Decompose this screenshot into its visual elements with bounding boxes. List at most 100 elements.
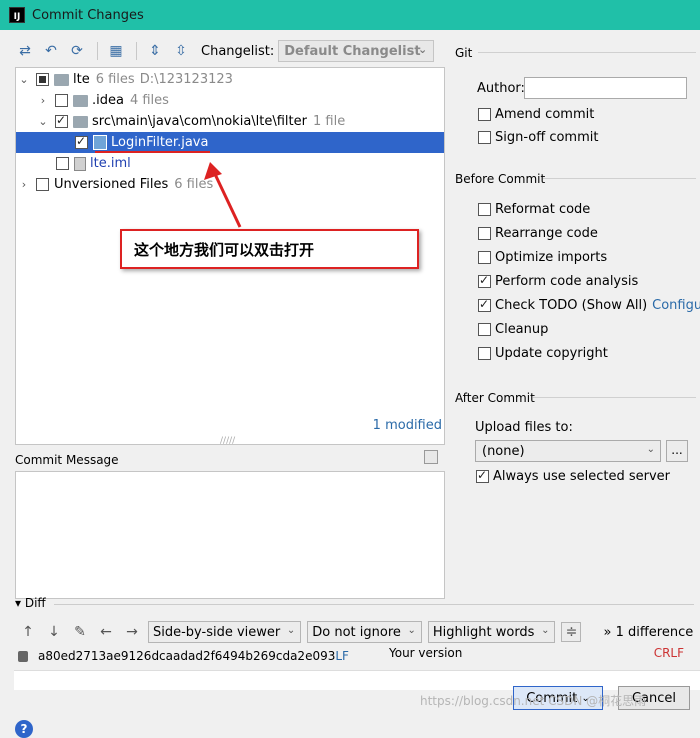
annotation-callout: 这个地方我们可以双击打开 bbox=[120, 229, 419, 269]
root-name: lte bbox=[73, 72, 90, 87]
before-commit-title: Before Commit bbox=[455, 172, 546, 186]
folder-icon bbox=[73, 115, 88, 128]
root-count: 6 files bbox=[95, 72, 135, 87]
section-divider bbox=[543, 178, 696, 179]
tree-row-loginfilter[interactable]: LoginFilter.java bbox=[16, 132, 444, 153]
unversioned-name: Unversioned Files bbox=[54, 177, 169, 192]
browse-servers-button[interactable]: ... bbox=[666, 440, 688, 462]
chevron-down-icon: ⌄ bbox=[418, 43, 428, 56]
optimize-option[interactable]: Optimize imports bbox=[478, 248, 607, 266]
amend-label: Amend commit bbox=[495, 106, 595, 122]
toolbar-divider bbox=[136, 42, 137, 60]
todo-label: Check TODO (Show All) bbox=[495, 297, 648, 313]
edit-icon[interactable]: ✎ bbox=[70, 622, 90, 642]
splitter-handle[interactable]: ///// bbox=[220, 436, 235, 446]
show-diff-icon[interactable]: ⇄ bbox=[15, 41, 35, 61]
arrow-right-icon[interactable]: → bbox=[122, 622, 142, 642]
idea-checkbox[interactable] bbox=[55, 94, 68, 107]
cleanup-checkbox[interactable] bbox=[478, 322, 491, 336]
author-label: Author: bbox=[477, 81, 525, 96]
cleanup-option[interactable]: Cleanup bbox=[478, 320, 548, 338]
tree-row-root[interactable]: ⌄ lte 6 files D:\123123123 bbox=[16, 69, 444, 90]
iml-file-icon bbox=[74, 156, 86, 171]
watermark: https://blog.csdn.net CSDN @桐花思雨 bbox=[420, 694, 647, 708]
viewer-select[interactable]: Side-by-side viewer ⌄ bbox=[148, 621, 302, 643]
rearrange-label: Rearrange code bbox=[495, 225, 598, 241]
chevron-down-icon[interactable]: ⌄ bbox=[18, 73, 30, 86]
folder-icon bbox=[73, 94, 88, 107]
arrow-down-icon[interactable]: ↓ bbox=[44, 622, 64, 642]
analysis-option[interactable]: Perform code analysis bbox=[478, 272, 638, 290]
viewer-value: Side-by-side viewer bbox=[153, 624, 281, 640]
todo-option[interactable]: Check TODO (Show All) Configure bbox=[478, 296, 700, 314]
changes-toolbar: ⇄ ↶ ⟳ ▦ ⇕ ⇳ Changelist: Default Changeli… bbox=[15, 40, 435, 62]
configure-link[interactable]: Configure bbox=[652, 298, 700, 313]
amend-checkbox[interactable] bbox=[478, 107, 491, 121]
arrow-up-icon[interactable]: ↑ bbox=[18, 622, 38, 642]
unversioned-checkbox[interactable] bbox=[36, 178, 49, 191]
changes-pane: ⇄ ↶ ⟳ ▦ ⇕ ⇳ Changelist: Default Changeli… bbox=[0, 30, 700, 738]
diff-label-text: Diff bbox=[24, 596, 46, 610]
signoff-option[interactable]: Sign-off commit bbox=[478, 128, 598, 146]
signoff-checkbox[interactable] bbox=[478, 130, 491, 144]
tree-row-src[interactable]: ⌄ src\main\java\com\nokia\lte\filter 1 f… bbox=[16, 111, 444, 132]
revision-hash: a80ed2713ae9126dcaadad2f6494b269cda2e093 bbox=[38, 649, 336, 663]
todo-checkbox[interactable] bbox=[478, 297, 491, 312]
analysis-checkbox[interactable] bbox=[478, 273, 491, 288]
copyright-checkbox[interactable] bbox=[478, 346, 491, 360]
diff-label[interactable]: ▾ Diff bbox=[15, 596, 46, 610]
author-input[interactable] bbox=[524, 77, 687, 99]
reformat-checkbox[interactable] bbox=[478, 202, 491, 216]
java-class-icon bbox=[93, 135, 107, 150]
optimize-checkbox[interactable] bbox=[478, 250, 491, 264]
always-use-label: Always use selected server bbox=[493, 468, 671, 484]
refresh-icon[interactable]: ⟳ bbox=[67, 41, 87, 61]
chevron-right-icon[interactable]: › bbox=[18, 178, 30, 191]
ignore-select[interactable]: Do not ignore ⌄ bbox=[307, 621, 422, 643]
cleanup-label: Cleanup bbox=[495, 321, 549, 337]
reformat-label: Reformat code bbox=[495, 201, 591, 217]
copyright-label: Update copyright bbox=[495, 345, 608, 361]
rearrange-option[interactable]: Rearrange code bbox=[478, 224, 598, 242]
optimize-label: Optimize imports bbox=[495, 249, 608, 265]
tree-row-idea[interactable]: › .idea 4 files bbox=[16, 90, 444, 111]
copyright-option[interactable]: Update copyright bbox=[478, 344, 608, 362]
idea-name: .idea bbox=[92, 93, 124, 108]
src-name: src\main\java\com\nokia\lte\filter bbox=[92, 114, 307, 129]
rollback-icon[interactable]: ↶ bbox=[41, 41, 61, 61]
rearrange-checkbox[interactable] bbox=[478, 226, 491, 240]
intellij-icon: IJ bbox=[9, 7, 25, 23]
modified-count[interactable]: 1 modified bbox=[373, 418, 442, 433]
collapse-all-icon[interactable]: ⇳ bbox=[171, 41, 191, 61]
chevron-down-icon: ⌄ bbox=[286, 625, 296, 636]
after-commit-title: After Commit bbox=[455, 391, 535, 405]
root-path: D:\123123123 bbox=[139, 72, 233, 87]
always-use-option[interactable]: Always use selected server bbox=[476, 467, 670, 485]
tree-row-unversioned[interactable]: › Unversioned Files 6 files bbox=[16, 174, 444, 195]
changelist-select[interactable]: Default Changelist ⌄ bbox=[278, 40, 435, 62]
src-count: 1 file bbox=[313, 114, 346, 129]
amend-option[interactable]: Amend commit bbox=[478, 105, 594, 123]
src-checkbox[interactable] bbox=[55, 113, 68, 128]
group-by-icon[interactable]: ▦ bbox=[106, 41, 126, 61]
root-checkbox[interactable] bbox=[36, 73, 49, 86]
help-icon[interactable]: ? bbox=[15, 720, 33, 738]
signoff-label: Sign-off commit bbox=[495, 129, 599, 145]
message-history-icon[interactable] bbox=[424, 450, 438, 464]
toolbar-divider bbox=[97, 42, 98, 60]
reformat-option[interactable]: Reformat code bbox=[478, 200, 590, 218]
tree-row-iml[interactable]: lte.iml bbox=[16, 153, 444, 174]
options-pane: Git Author: Amend commit Sign-off commit… bbox=[448, 30, 700, 721]
chevron-down-icon[interactable]: ⌄ bbox=[37, 115, 49, 128]
ignore-value: Do not ignore bbox=[312, 624, 401, 640]
expand-all-icon[interactable]: ⇕ bbox=[145, 41, 165, 61]
loginfilter-checkbox[interactable] bbox=[75, 134, 88, 149]
upload-value: (none) bbox=[482, 443, 525, 459]
chevron-right-icon[interactable]: › bbox=[37, 94, 49, 107]
commit-message-label: Commit Message bbox=[15, 453, 119, 467]
arrow-left-icon[interactable]: ← bbox=[96, 622, 116, 642]
iml-checkbox[interactable] bbox=[56, 157, 69, 170]
commit-message-input[interactable] bbox=[15, 471, 445, 599]
upload-select[interactable]: (none) ⌄ bbox=[475, 440, 661, 462]
always-use-checkbox[interactable] bbox=[476, 468, 489, 483]
